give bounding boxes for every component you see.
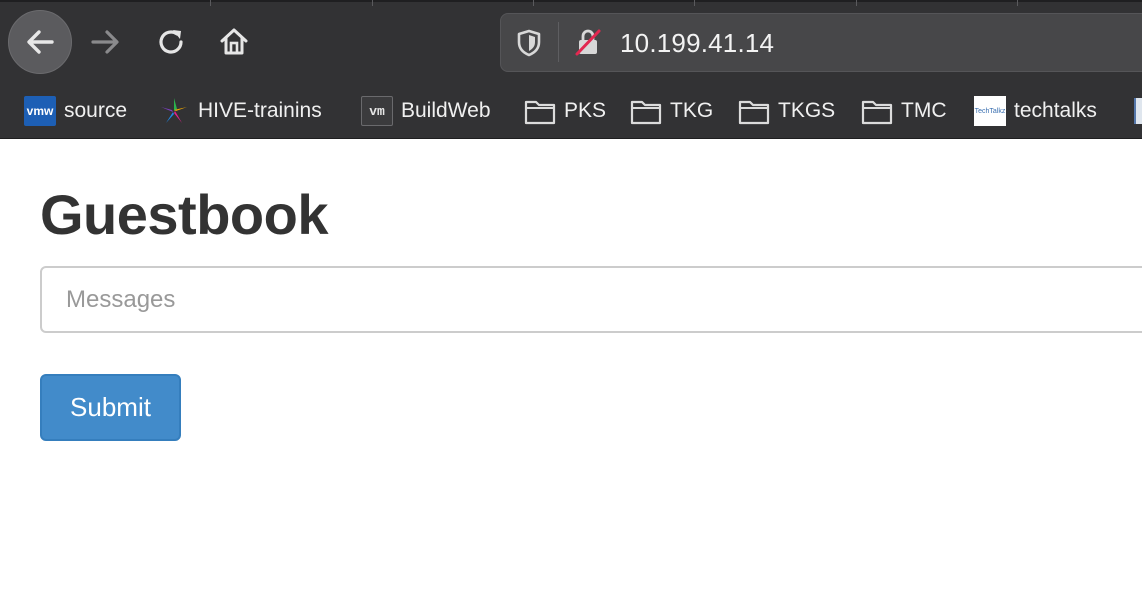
tab-separator <box>210 0 211 6</box>
bookmark-folder-pks[interactable]: PKS <box>524 94 606 128</box>
tab-separator <box>372 0 373 6</box>
browser-toolbar: 10.199.41.14 vmw source HIVE-trainins vm… <box>0 0 1142 139</box>
home-icon <box>220 28 248 55</box>
bookmark-source[interactable]: vmw source <box>24 94 127 128</box>
vmw-icon: vmw <box>24 96 56 126</box>
page-title: Guestbook <box>40 183 328 246</box>
bookmark-label: PKS <box>564 99 607 122</box>
home-button[interactable] <box>214 22 254 62</box>
tab-separator <box>694 0 695 6</box>
folder-icon <box>630 95 662 127</box>
reload-icon <box>159 30 183 54</box>
bookmark-folder-tkg[interactable]: TKG <box>630 94 713 128</box>
hive-icon <box>158 95 190 127</box>
bookmark-hive-trainins[interactable]: HIVE-trainins <box>158 94 322 128</box>
tab-separator <box>533 0 534 6</box>
bookmark-label: source <box>64 99 128 122</box>
arrow-left-icon <box>27 30 54 54</box>
messages-input[interactable] <box>40 266 1142 333</box>
insecure-lock-icon[interactable] <box>572 26 604 58</box>
bookmark-label: TMC <box>901 99 947 122</box>
bookmark-folder-tmc[interactable]: TMC <box>861 94 947 128</box>
vm-icon: vm <box>361 96 393 126</box>
tab-separator <box>856 0 857 6</box>
bookmark-label: BuildWeb <box>401 99 491 122</box>
tracking-protection-shield-icon[interactable] <box>514 28 544 58</box>
folder-icon <box>738 95 770 127</box>
url-text[interactable]: 10.199.41.14 <box>620 26 774 60</box>
bookmark-label: TKGS <box>778 99 836 122</box>
bookmark-overflow-icon[interactable] <box>1134 98 1142 124</box>
bookmark-label: HIVE-trainins <box>198 99 322 122</box>
bookmark-label: techtalks <box>1014 99 1097 122</box>
arrow-right-icon <box>91 30 119 54</box>
bookmark-buildweb[interactable]: vm BuildWeb <box>361 94 491 128</box>
forward-button[interactable] <box>86 22 126 62</box>
address-bar-divider <box>558 22 559 62</box>
tab-strip <box>0 0 1142 2</box>
tab-separator <box>1017 0 1018 6</box>
bookmark-folder-tkgs[interactable]: TKGS <box>738 94 835 128</box>
folder-icon <box>861 95 893 127</box>
reload-button[interactable] <box>151 22 191 62</box>
folder-icon <box>524 95 556 127</box>
submit-button[interactable]: Submit <box>40 374 181 441</box>
bookmark-techtalks[interactable]: TechTalkz techtalks <box>974 94 1097 128</box>
back-button[interactable] <box>8 10 72 74</box>
bookmark-label: TKG <box>670 99 714 122</box>
techtalks-icon: TechTalkz <box>974 96 1006 126</box>
